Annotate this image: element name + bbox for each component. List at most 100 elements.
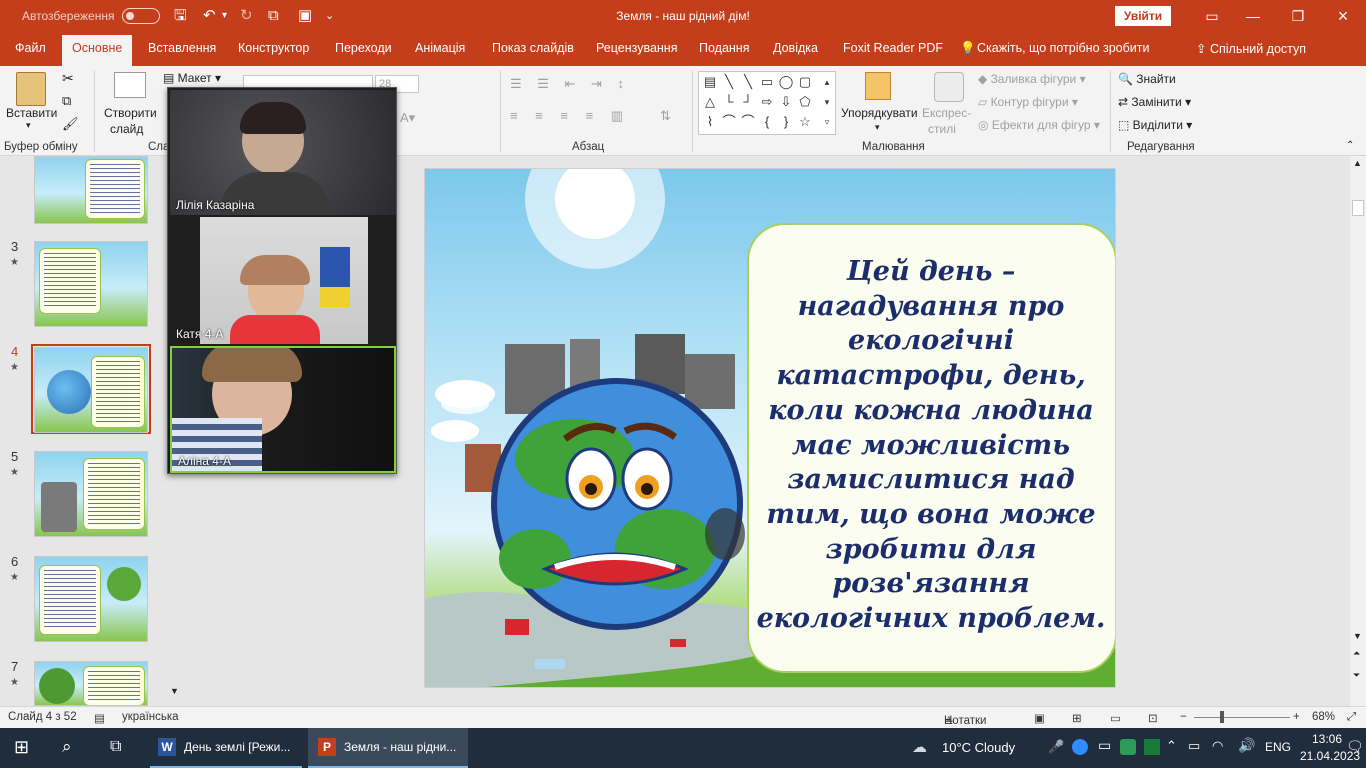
slide-main-text[interactable]: Цей день – нагадування про екологічні ка…: [755, 255, 1107, 637]
microphone-icon[interactable]: 🎤: [1048, 739, 1064, 755]
quick-styles-icon[interactable]: [934, 72, 964, 102]
quick-styles-button[interactable]: Експрес-: [922, 106, 971, 120]
slide-sorter-icon[interactable]: ⊞: [1072, 711, 1082, 725]
shape-effects-button[interactable]: ◎ Ефекти для фігур ▾: [978, 118, 1100, 132]
customize-qat-icon[interactable]: ⌄: [325, 6, 334, 26]
video-call-overlay[interactable]: Лілія Казаріна Катя 4-А Аліна 4-А: [167, 87, 397, 474]
zoom-in-icon[interactable]: +: [1293, 711, 1300, 723]
scroll-down-icon[interactable]: ▼: [170, 686, 179, 696]
arrow-right-shape-icon[interactable]: ⇨: [759, 94, 775, 110]
tell-me-search[interactable]: Скажіть, що потрібно зробити: [977, 41, 1150, 55]
tab-design[interactable]: Конструктор: [238, 41, 309, 55]
autosave-toggle[interactable]: [122, 8, 160, 24]
gallery-up-icon[interactable]: ▴: [819, 74, 835, 90]
slideshow-view-icon[interactable]: ⊡: [1148, 711, 1158, 725]
security-icon[interactable]: [1144, 739, 1160, 755]
next-slide-icon[interactable]: ⏷: [1353, 670, 1360, 681]
find-button[interactable]: 🔍 Знайти: [1118, 72, 1176, 86]
gallery-down-icon[interactable]: ▾: [819, 94, 835, 110]
signin-button[interactable]: Увійти: [1115, 6, 1171, 26]
triangle-shape-icon[interactable]: △: [702, 94, 718, 110]
reading-view-icon[interactable]: ▭: [1110, 711, 1121, 725]
tab-review[interactable]: Рецензування: [596, 41, 677, 55]
brace-right-shape-icon[interactable]: }: [778, 114, 794, 130]
arrange-icon[interactable]: [865, 72, 891, 100]
share-button[interactable]: ⇪ Спільний доступ: [1196, 41, 1306, 56]
wifi-icon[interactable]: ◠: [1212, 738, 1223, 754]
tab-view[interactable]: Подання: [699, 41, 749, 55]
tab-insert[interactable]: Вставлення: [148, 41, 216, 55]
textbox-shape-icon[interactable]: ▤: [702, 74, 718, 90]
scroll-thumb[interactable]: [1352, 200, 1364, 216]
restore-icon[interactable]: ❐: [1280, 4, 1316, 28]
task-view-icon[interactable]: ⧉: [110, 738, 121, 756]
shapes-gallery[interactable]: ▤ ╲ ╲ ▭ ◯ ▢ △ └ ┘ ⇨ ⇩ ⬠ ⌇ ⌒ ⌒ { } ☆ ▴ ▾ …: [698, 71, 836, 135]
scroll-up-icon[interactable]: ▲: [1353, 158, 1362, 168]
windows-start-icon[interactable]: ⊞: [14, 737, 29, 758]
spellcheck-icon[interactable]: ▤: [94, 711, 105, 725]
layout-button[interactable]: ▤ Макет ▾: [163, 71, 221, 85]
network-icon[interactable]: ▭: [1188, 738, 1200, 754]
cut-icon[interactable]: ✂: [62, 70, 74, 87]
zoom-slider-thumb[interactable]: [1220, 711, 1224, 723]
tab-animations[interactable]: Анімація: [415, 41, 465, 55]
scroll-down-icon[interactable]: ▼: [1353, 631, 1362, 641]
show-hidden-icons[interactable]: ⌃: [1166, 738, 1177, 754]
close-icon[interactable]: ×: [1325, 4, 1361, 28]
weather-cloud-icon[interactable]: ☁: [912, 738, 927, 756]
slide-thumbnail-selected[interactable]: [34, 347, 148, 433]
slide-thumbnail[interactable]: [34, 156, 148, 224]
quick-styles-button-2[interactable]: стилі: [928, 122, 956, 136]
ribbon-display-icon[interactable]: ▭: [1194, 4, 1230, 28]
rounded-rect-shape-icon[interactable]: ▢: [797, 74, 813, 90]
gallery-more-icon[interactable]: ▿: [819, 114, 835, 130]
taskbar-ppt-window[interactable]: P Земля - наш рідни...: [308, 728, 468, 768]
zoom-level[interactable]: 68%: [1312, 711, 1335, 723]
elbow-shape-icon[interactable]: └: [721, 94, 737, 110]
slide-canvas[interactable]: Цей день – нагадування про екологічні ка…: [424, 168, 1116, 688]
brace-left-shape-icon[interactable]: {: [759, 114, 775, 130]
redo-icon[interactable]: ↻: [240, 6, 253, 26]
undo-icon[interactable]: ↶: [203, 6, 216, 26]
slide-thumbnail[interactable]: [34, 451, 148, 537]
minimize-icon[interactable]: —: [1235, 4, 1271, 28]
format-painter-icon[interactable]: 🖌: [62, 116, 79, 132]
weather-label[interactable]: 10°C Cloudy: [942, 740, 1015, 755]
tab-transitions[interactable]: Переходи: [335, 41, 392, 55]
direction-icon[interactable]: ⇅: [660, 108, 671, 124]
new-slide-icon[interactable]: [114, 72, 146, 98]
oval-shape-icon[interactable]: ◯: [778, 74, 794, 90]
replace-button[interactable]: ⇄ Замінити ▾: [1118, 95, 1191, 109]
notifications-icon[interactable]: 🗨: [1346, 738, 1364, 755]
camera-icon[interactable]: ▭: [1098, 737, 1111, 754]
list-buttons[interactable]: ☰ ☰ ⇤ ⇥ ↕: [510, 76, 630, 92]
rect-shape-icon[interactable]: ▭: [759, 74, 775, 90]
elbow2-shape-icon[interactable]: ┘: [740, 94, 756, 110]
collapse-ribbon-icon[interactable]: ⌃: [1346, 140, 1354, 151]
shape-fill-button[interactable]: ◆ Заливка фігури ▾: [978, 72, 1086, 86]
new-slide-label-2[interactable]: слайд: [110, 122, 143, 136]
slide-thumbnail[interactable]: [34, 241, 148, 327]
new-slide-label[interactable]: Створити: [104, 106, 157, 120]
align-buttons[interactable]: ≡ ≡ ≡ ≡ ▥: [510, 108, 630, 124]
copy-icon[interactable]: ⧉: [62, 93, 71, 109]
search-icon[interactable]: ⌕: [62, 737, 72, 757]
tab-slideshow[interactable]: Показ слайдів: [492, 41, 574, 55]
paste-button[interactable]: Вставити: [6, 106, 57, 120]
slide-thumbnail[interactable]: [34, 556, 148, 642]
tab-help[interactable]: Довідка: [773, 41, 818, 55]
prev-slide-icon[interactable]: ⏶: [1353, 648, 1360, 659]
participant-tile[interactable]: Катя 4-А: [170, 217, 396, 344]
clock-time[interactable]: 13:06: [1312, 732, 1342, 746]
start-slideshow-icon[interactable]: ▣: [298, 6, 312, 26]
tab-home[interactable]: Основне: [62, 35, 133, 66]
zoom-slider[interactable]: [1194, 717, 1290, 718]
paste-icon[interactable]: [16, 72, 46, 106]
save-icon[interactable]: 🖫: [174, 6, 187, 26]
participant-tile[interactable]: Лілія Казаріна: [170, 90, 396, 215]
taskbar-word-window[interactable]: W День землі [Режи...: [150, 728, 302, 768]
slide-thumbnail[interactable]: [34, 661, 148, 706]
language-indicator[interactable]: українська: [122, 711, 179, 723]
undo-dropdown-icon[interactable]: ▾: [222, 6, 227, 26]
arrange-dropdown-icon[interactable]: ▾: [875, 122, 880, 133]
